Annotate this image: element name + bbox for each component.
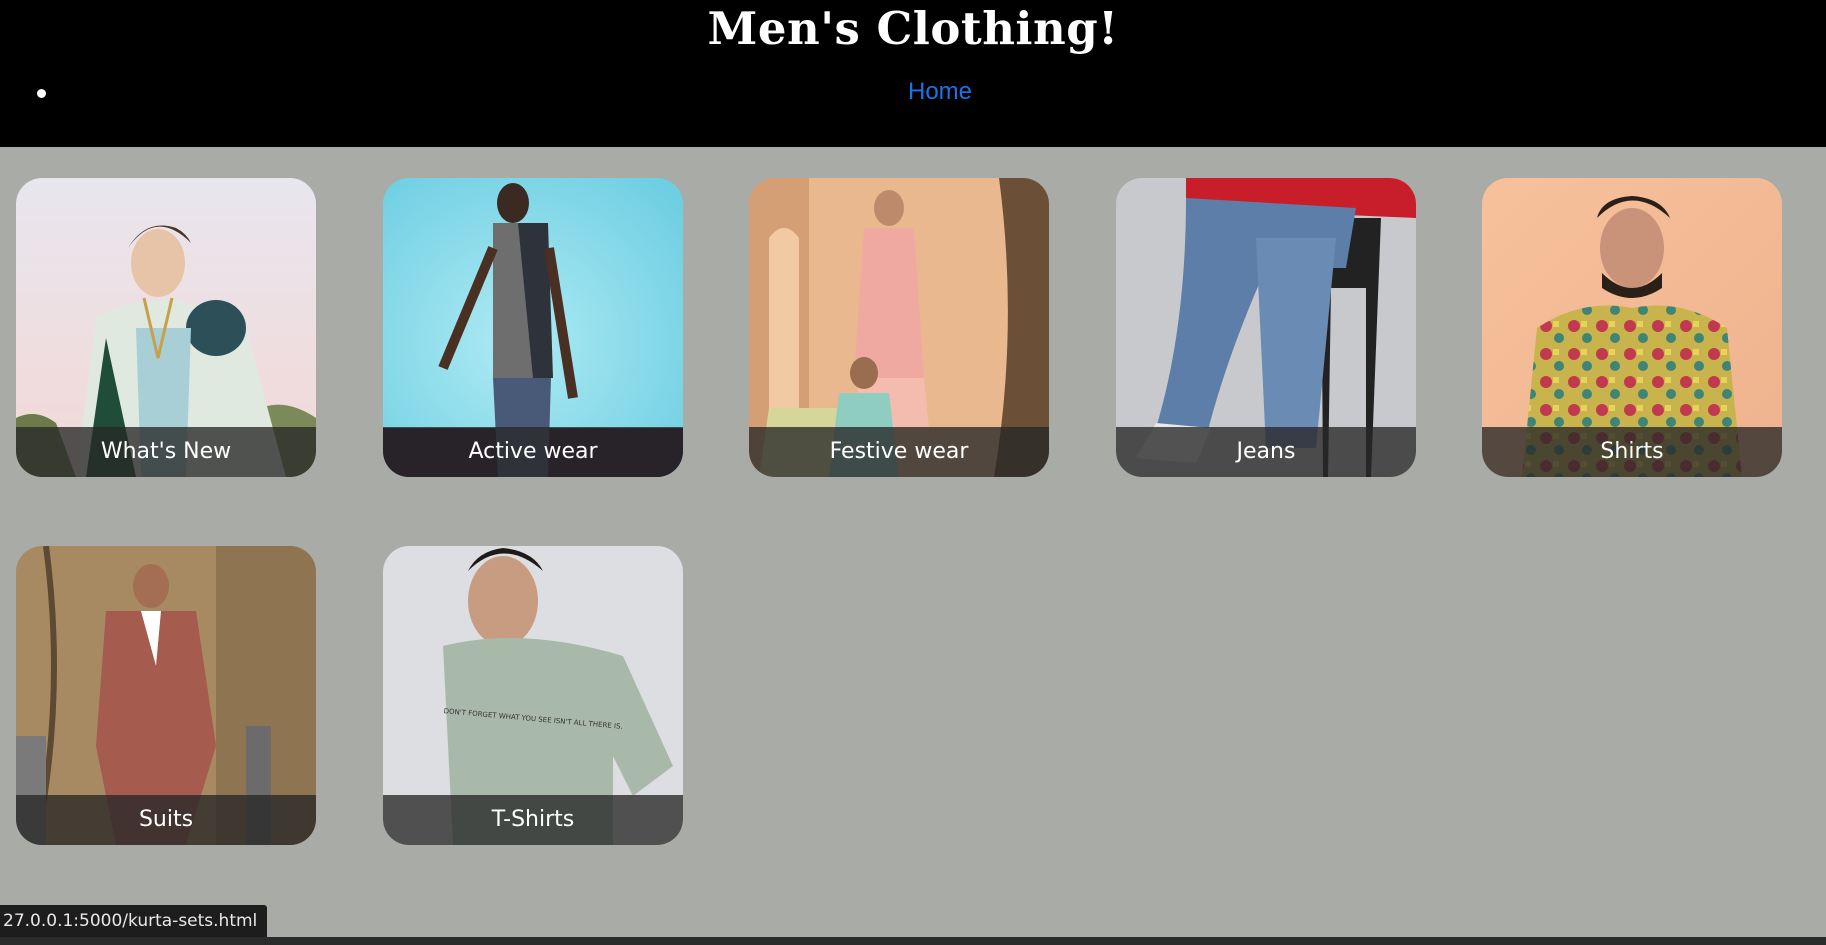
category-card-festive-wear[interactable]: Festive wear <box>749 178 1049 477</box>
category-card-active-wear[interactable]: Active wear <box>383 178 683 477</box>
category-card-jeans[interactable]: Jeans <box>1116 178 1416 477</box>
site-header: Men's Clothing! Home <box>0 0 1826 147</box>
category-card-suits[interactable]: Suits <box>16 546 316 845</box>
card-label: What's New <box>16 427 316 477</box>
window-bottom-edge <box>0 937 1826 945</box>
home-link[interactable]: Home <box>0 78 1826 106</box>
status-bar-url: 27.0.0.1:5000/kurta-sets.html <box>0 905 268 937</box>
card-label: Suits <box>16 795 316 845</box>
card-label: Festive wear <box>749 427 1049 477</box>
category-card-tshirts[interactable]: DON'T FORGET WHAT YOU SEE ISN'T ALL THER… <box>383 546 683 845</box>
card-label: Jeans <box>1116 427 1416 477</box>
card-label: Active wear <box>383 427 683 477</box>
page-title: Men's Clothing! <box>707 2 1119 55</box>
card-label: T-Shirts <box>383 795 683 845</box>
category-card-shirts[interactable]: Shirts <box>1482 178 1782 477</box>
category-card-whats-new[interactable]: What's New <box>16 178 316 477</box>
card-label: Shirts <box>1482 427 1782 477</box>
